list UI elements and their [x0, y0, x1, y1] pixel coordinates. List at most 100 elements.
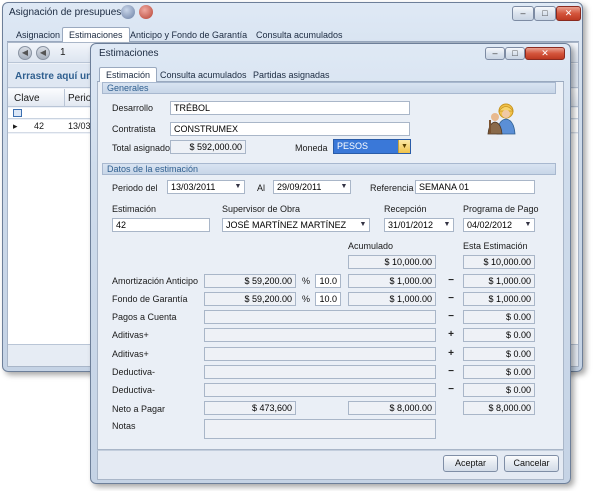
chevron-down-icon[interactable]: ▼ [441, 219, 453, 231]
row-percent-field[interactable]: 10.0 [315, 292, 341, 306]
row-label: Deductiva- [112, 385, 156, 395]
bg-group-hint: Arrastre aquí una [15, 71, 98, 82]
neto-acumulado-field: $ 8,000.00 [348, 401, 436, 415]
row-amount-field [204, 328, 436, 342]
row-operator: − [448, 384, 454, 395]
row-amount-field [204, 365, 436, 379]
bg-tab-estimaciones[interactable]: Estimaciones [62, 27, 130, 42]
recepcion-value: 31/01/2012 [388, 220, 434, 230]
contratista-field[interactable]: CONSTRUMEX [170, 122, 410, 136]
esta-estimacion-header: Esta Estimación [463, 241, 528, 251]
moneda-value: PESOS [337, 141, 369, 151]
moneda-label: Moneda [295, 143, 328, 153]
orb-close-icon [139, 5, 153, 19]
cancel-button[interactable]: Cancelar [504, 455, 559, 472]
supervisor-select[interactable]: JOSÉ MARTÍNEZ MARTÍNEZ ▼ [222, 218, 370, 232]
dialog-title: Estimaciones [99, 48, 159, 59]
row-esta-field: $ 0.00 [463, 328, 535, 342]
row-label: Pagos a Cuenta [112, 312, 177, 322]
workers-icon [484, 100, 520, 136]
periodo-del-label: Periodo del [112, 183, 158, 193]
row-amount-field [204, 310, 436, 324]
row-percent-field[interactable]: 10.0 [315, 274, 341, 288]
forward-arrow-icon[interactable]: ◀ [36, 46, 50, 60]
row-percent-sign: % [302, 294, 311, 304]
section-generales: Generales [102, 82, 556, 94]
estimacion-label: Estimación [112, 204, 157, 214]
row-indicator-icon: ▸ [13, 121, 18, 131]
recepcion-label: Recepción [384, 204, 427, 214]
row-amount-field: $ 59,200.00 [204, 274, 296, 288]
row-operator: − [448, 275, 454, 286]
programa-pago-field[interactable]: 04/02/2012 ▼ [463, 218, 535, 232]
bg-minimize-button[interactable]: – [512, 6, 534, 21]
bg-tab-consulta[interactable]: Consulta acumulados [249, 27, 350, 42]
notas-textarea[interactable] [204, 419, 436, 439]
row-label: Fondo de Garantía [112, 294, 188, 304]
contratista-label: Contratista [112, 124, 156, 134]
background-window-title: Asignación de presupuesto [9, 7, 130, 18]
supervisor-value: JOSÉ MARTÍNEZ MARTÍNEZ [226, 220, 347, 230]
row-label: Aditivas+ [112, 349, 149, 359]
al-field[interactable]: 29/09/2011 ▼ [273, 180, 351, 194]
tab-consulta-acumulados[interactable]: Consulta acumulados [153, 67, 254, 82]
dialog-minimize-button[interactable]: – [485, 47, 505, 60]
recepcion-field[interactable]: 31/01/2012 ▼ [384, 218, 454, 232]
row-esta-field: $ 0.00 [463, 365, 535, 379]
periodo-del-value: 13/03/2011 [171, 182, 216, 192]
row-operator: − [448, 311, 454, 322]
back-arrow-icon[interactable]: ◀ [18, 46, 32, 60]
accept-button[interactable]: Aceptar [443, 455, 498, 472]
row-operator: − [448, 366, 454, 377]
row-amount-field [204, 347, 436, 361]
row-operator: + [448, 329, 454, 340]
row-esta-field: $ 0.00 [463, 347, 535, 361]
chevron-down-icon[interactable]: ▼ [232, 181, 244, 193]
chevron-down-icon[interactable]: ▼ [357, 219, 369, 231]
bg-tab-asignacion[interactable]: Asignacion [9, 27, 67, 42]
estimacion-field[interactable]: 42 [112, 218, 210, 232]
desarrollo-field[interactable]: TRÉBOL [170, 101, 410, 115]
row-esta-field: $ 0.00 [463, 383, 535, 397]
bg-tab-anticipo[interactable]: Anticipo y Fondo de Garantía [123, 27, 254, 42]
acumulado-top-field: $ 10,000.00 [348, 255, 436, 269]
chevron-down-icon[interactable]: ▼ [522, 219, 534, 231]
row-operator: + [448, 348, 454, 359]
desarrollo-label: Desarrollo [112, 103, 154, 113]
dialog-maximize-button[interactable]: □ [505, 47, 525, 60]
referencia-label: Referencia [370, 183, 414, 193]
bg-maximize-button[interactable]: □ [534, 6, 556, 21]
bg-col-clave[interactable]: Clave [14, 93, 40, 104]
bg-row-clave: 42 [34, 121, 45, 131]
bg-record-number: 1 [60, 47, 66, 58]
bg-close-button[interactable]: ✕ [556, 6, 581, 21]
acumulado-header: Acumulado [348, 241, 394, 251]
bg-col-divider [64, 89, 65, 107]
total-asignado-field: $ 592,000.00 [170, 140, 246, 154]
neto-amount-field: $ 473,600 [204, 401, 296, 415]
chevron-down-icon[interactable]: ▼ [338, 181, 350, 193]
row-percent-sign: % [302, 276, 311, 286]
programa-pago-label: Programa de Pago [463, 204, 539, 214]
filter-icon[interactable] [13, 109, 22, 117]
neto-esta-field: $ 8,000.00 [463, 401, 535, 415]
row-label: Aditivas+ [112, 330, 149, 340]
row-amount-field: $ 59,200.00 [204, 292, 296, 306]
moneda-select[interactable]: PESOS ▼ [333, 139, 411, 154]
total-asignado-label: Total asignado [112, 143, 171, 153]
notas-label: Notas [112, 421, 136, 431]
row-acumulado-field: $ 1,000.00 [348, 292, 436, 306]
referencia-field[interactable]: SEMANA 01 [415, 180, 535, 194]
al-value: 29/09/2011 [277, 182, 322, 192]
supervisor-label: Supervisor de Obra [222, 204, 301, 214]
bg-orb-icons [121, 5, 161, 19]
periodo-del-field[interactable]: 13/03/2011 ▼ [167, 180, 245, 194]
combo-arrow-icon[interactable]: ▼ [398, 140, 410, 153]
dialog-close-button[interactable]: ✕ [525, 47, 565, 60]
tab-partidas-asignadas[interactable]: Partidas asignadas [246, 67, 337, 82]
tab-estimacion[interactable]: Estimación [99, 67, 158, 82]
row-operator: − [448, 293, 454, 304]
bg-tab-strip: Asignacion Estimaciones Anticipo y Fondo… [7, 25, 579, 42]
al-label: Al [257, 183, 266, 193]
row-acumulado-field: $ 1,000.00 [348, 274, 436, 288]
